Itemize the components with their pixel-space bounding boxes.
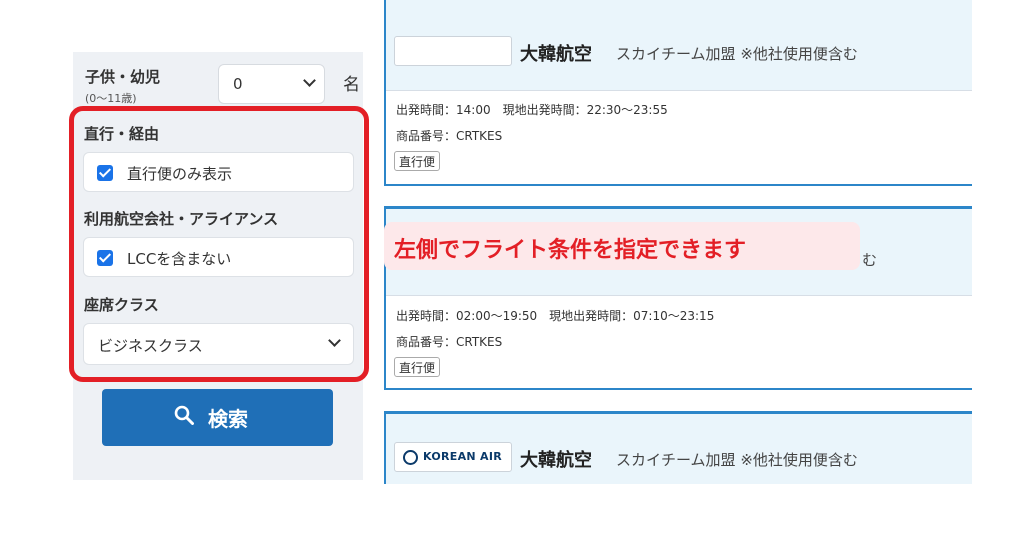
- chevron-down-icon: [303, 74, 316, 87]
- divider: [386, 90, 972, 91]
- annotation-callout: 左側でフライト条件を指定できます: [384, 222, 860, 270]
- product-number: 商品番号：CRTKES: [396, 129, 503, 143]
- child-count-value: 0: [233, 75, 243, 93]
- child-count-row: 子供・幼児 (0〜11歳) 0 名: [85, 64, 360, 108]
- child-label: 子供・幼児: [85, 68, 161, 86]
- child-age-range: (0〜11歳): [85, 92, 137, 105]
- flight-result-card[interactable]: KOREAN AIR 大韓航空 スカイチーム加盟 ※他社使用便含む: [384, 411, 972, 484]
- direct-flight-tag: 直行便: [394, 151, 441, 171]
- divider: [386, 295, 972, 296]
- airline-logo: KOREAN AIR: [394, 442, 512, 472]
- airline-name: 大韓航空: [520, 44, 592, 65]
- korean-air-logo-icon: [403, 450, 418, 465]
- departure-time: 出発時間：02:00〜19:50 現地出発時間：07:10〜23:15: [396, 309, 715, 323]
- airline-logo: [394, 36, 512, 66]
- airline-name: 大韓航空: [520, 450, 592, 471]
- product-number: 商品番号：CRTKES: [396, 335, 503, 349]
- airline-info: む: [862, 251, 878, 269]
- card-bottom-border: [386, 388, 972, 390]
- direct-flight-tag: 直行便: [394, 357, 441, 377]
- airline-logo-text: KOREAN AIR: [423, 450, 502, 463]
- airline-info: スカイチーム加盟 ※他社使用便含む: [616, 451, 858, 469]
- departure-time: 出発時間：14:00 現地出発時間：22:30〜23:55: [396, 103, 668, 117]
- screenshot-stage: 子供・幼児 (0〜11歳) 0 名 直行・経由 直行便のみ表示 利用航空会社・ア…: [0, 0, 1024, 538]
- callout-text: 左側でフライト条件を指定できます: [394, 238, 747, 263]
- child-count-select[interactable]: 0: [218, 64, 325, 104]
- search-button-label: 検索: [208, 407, 248, 431]
- card-header: 大韓航空 スカイチーム加盟 ※他社使用便含む: [386, 0, 972, 90]
- flight-result-card[interactable]: 大韓航空 スカイチーム加盟 ※他社使用便含む 出発時間：14:00 現地出発時間…: [384, 0, 972, 186]
- search-icon: [174, 405, 194, 425]
- airline-info: スカイチーム加盟 ※他社使用便含む: [616, 45, 858, 63]
- highlight-frame: [69, 106, 369, 382]
- search-button[interactable]: 検索: [102, 389, 333, 446]
- card-header: KOREAN AIR 大韓航空 スカイチーム加盟 ※他社使用便含む: [386, 414, 972, 484]
- child-unit: 名: [343, 75, 360, 95]
- card-bottom-border: [386, 184, 972, 186]
